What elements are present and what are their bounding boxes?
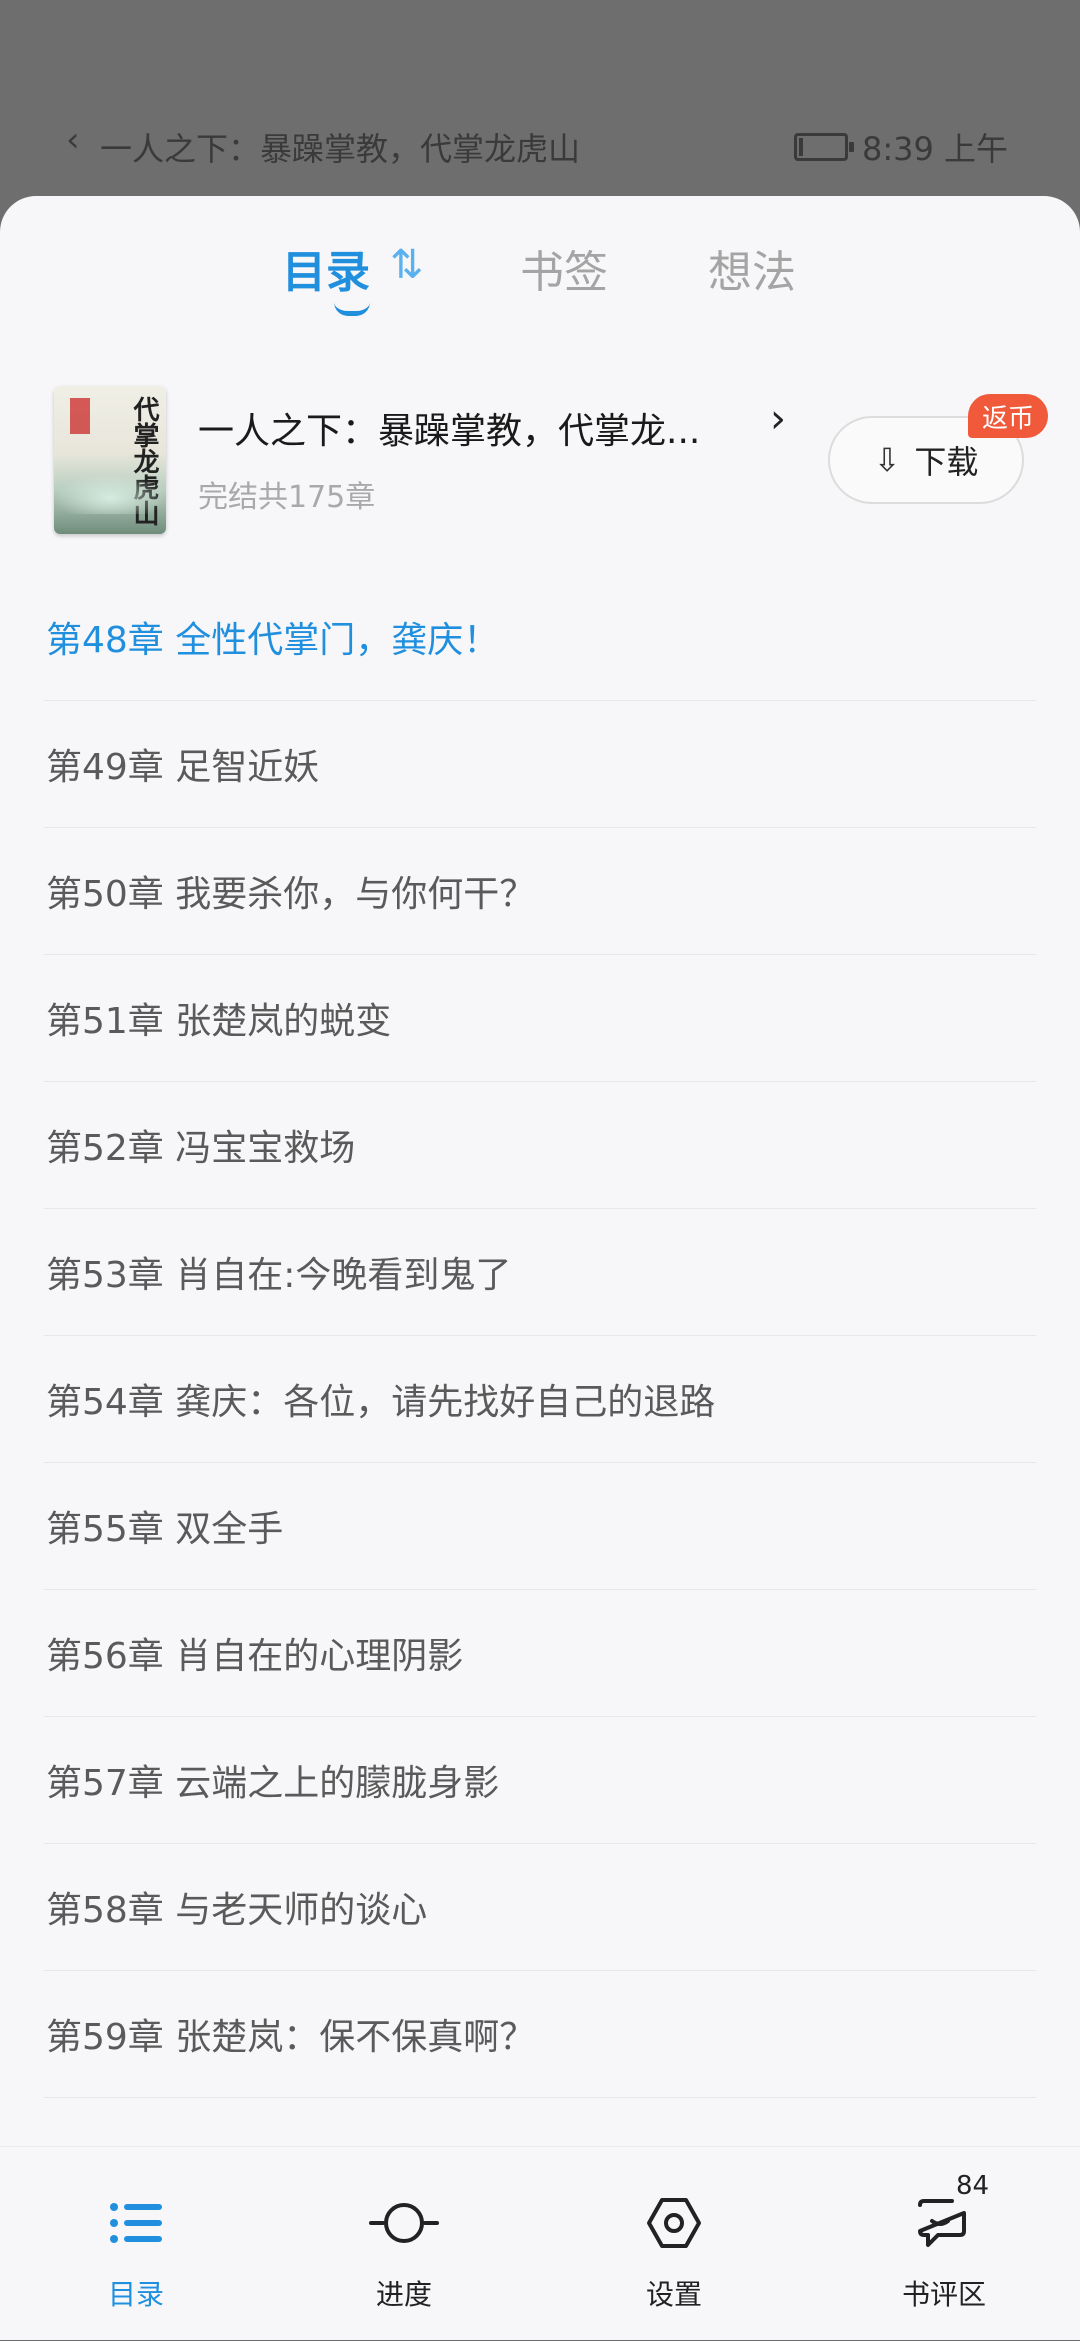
nav-reviews-label: 书评区 — [901, 2278, 986, 2311]
review-count-badge: 84 — [956, 2171, 990, 2201]
chapter-item[interactable]: 第56章 肖自在的心理阴影 — [44, 1590, 1036, 1717]
chevron-right-icon[interactable]: › — [770, 396, 786, 442]
chapter-item[interactable]: 第54章 龚庆：各位，请先找好自己的退路 — [44, 1336, 1036, 1463]
chapter-item[interactable]: 第59章 张楚岚：保不保真啊？ — [44, 1971, 1036, 2098]
tab-ideas[interactable]: 想法 — [708, 236, 796, 300]
book-cover[interactable]: 代掌龙虎山 — [54, 386, 166, 534]
reader-title: 一人之下：暴躁掌教，代掌龙虎山 — [100, 130, 581, 168]
list-icon — [36, 2193, 236, 2253]
book-info-card[interactable]: 代掌龙虎山 一人之下：暴躁掌教，代掌龙... › 完结共175章 ⇩ 下载 返币 — [0, 386, 1080, 546]
sort-order-icon[interactable]: ⇅ — [390, 242, 424, 288]
clock: 8:39 上午 — [861, 130, 1008, 168]
nav-toc-label: 目录 — [107, 2278, 164, 2311]
chapter-item[interactable]: 第51章 张楚岚的蜕变 — [44, 955, 1036, 1082]
book-title[interactable]: 一人之下：暴躁掌教，代掌龙... — [198, 402, 758, 454]
tab-bookmark[interactable]: 书签 — [520, 236, 608, 300]
bottom-nav: 目录 进度 设置 84 书评区 — [0, 2146, 1080, 2340]
chapter-item-current[interactable]: 第48章 全性代掌门，龚庆！ — [44, 574, 1036, 701]
status-area: 8:39 上午 — [793, 124, 1008, 170]
nav-progress-label: 进度 — [375, 2278, 432, 2311]
rebate-badge: 返币 — [968, 394, 1049, 438]
chapter-item[interactable]: 第57章 云端之上的朦胧身影 — [44, 1717, 1036, 1844]
chapter-item[interactable]: 第58章 与老天师的谈心 — [44, 1844, 1036, 1971]
comment-icon — [844, 2193, 1044, 2253]
chapter-item[interactable]: 第55章 双全手 — [44, 1463, 1036, 1590]
nav-progress[interactable]: 进度 — [304, 2147, 504, 2341]
chapter-item[interactable]: 第49章 足智近妖 — [44, 701, 1036, 828]
reader-header: ‹ 一人之下：暴躁掌教，代掌龙虎山 8:39 上午 — [0, 110, 1080, 180]
nav-toc[interactable]: 目录 — [36, 2147, 236, 2341]
nav-reviews[interactable]: 84 书评区 — [844, 2147, 1044, 2341]
progress-icon — [304, 2193, 504, 2253]
tab-catalog[interactable]: 目录 — [282, 236, 370, 300]
battery-icon — [793, 133, 854, 161]
catalog-sheet: 目录 ⇅ 书签 想法 代掌龙虎山 一人之下：暴躁掌教，代掌龙... › 完结共1… — [0, 196, 1080, 2340]
chapter-item[interactable]: 第53章 肖自在:今晚看到鬼了 — [44, 1209, 1036, 1336]
book-chapter-count: 完结共175章 — [198, 480, 376, 515]
back-icon[interactable]: ‹ — [66, 120, 80, 160]
download-label: 下载 — [914, 443, 979, 481]
chapter-list: 第48章 全性代掌门，龚庆！ 第49章 足智近妖 第50章 我要杀你，与你何干？ 第5… — [0, 574, 1080, 2225]
nav-settings-label: 设置 — [645, 2278, 702, 2311]
tab-bar: 目录 ⇅ 书签 想法 — [0, 236, 1080, 336]
settings-icon — [574, 2193, 774, 2253]
nav-settings[interactable]: 设置 — [574, 2147, 774, 2341]
chapter-item[interactable]: 第50章 我要杀你，与你何干？ — [44, 828, 1036, 955]
chapter-item[interactable]: 第52章 冯宝宝救场 — [44, 1082, 1036, 1209]
active-tab-indicator — [334, 302, 370, 316]
download-icon: ⇩ — [873, 441, 901, 479]
